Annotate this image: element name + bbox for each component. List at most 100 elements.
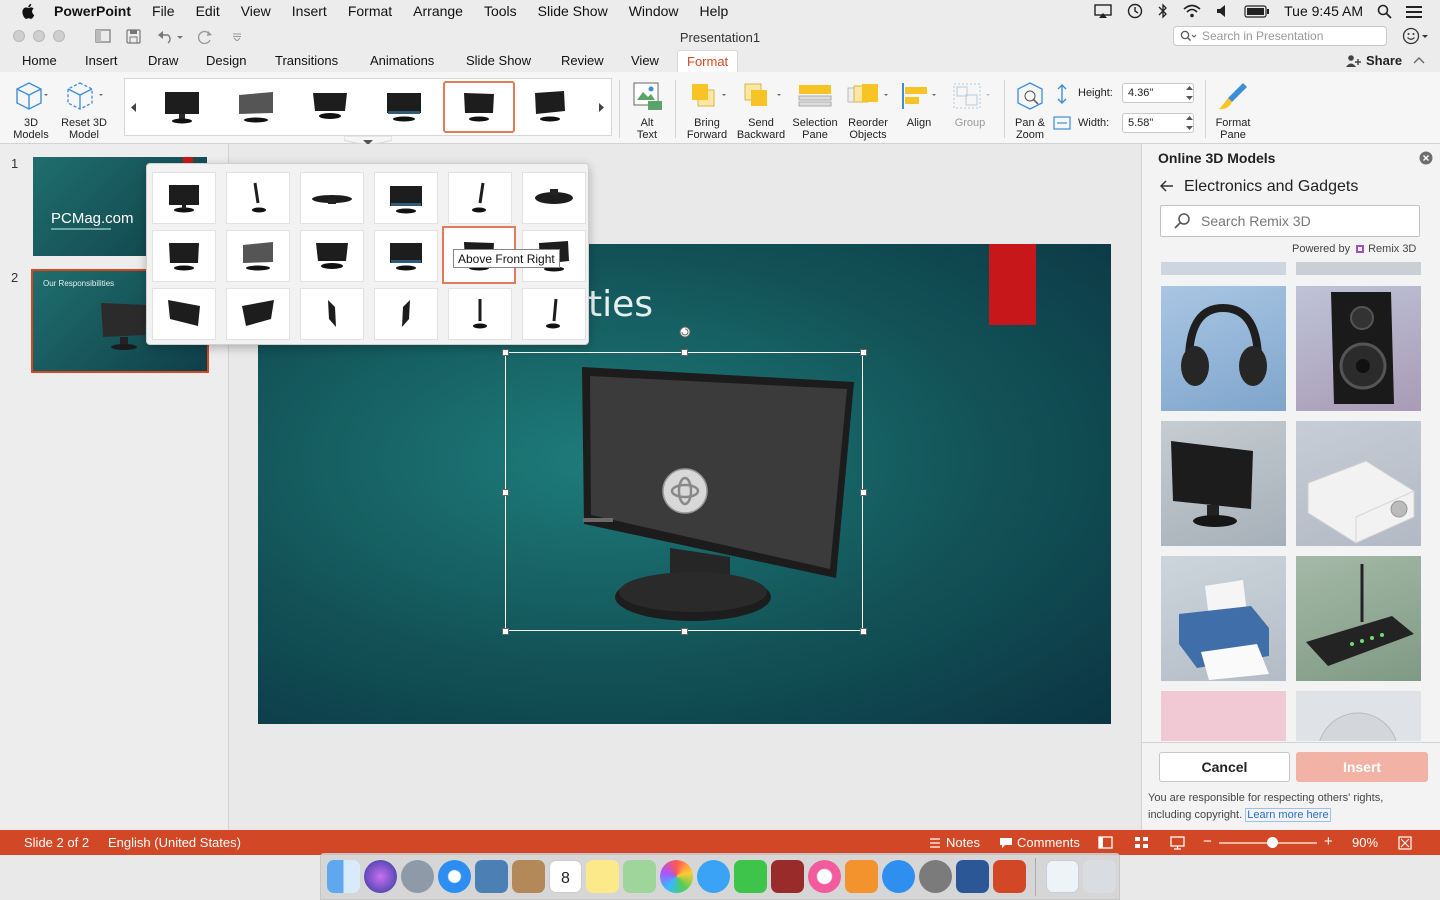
gallery-view-2[interactable]	[223, 81, 289, 133]
slide-title[interactable]: ties	[588, 284, 653, 325]
format-pane-button[interactable]: Format Pane	[1210, 80, 1256, 141]
3d-models-button[interactable]: 3D Models	[8, 80, 54, 141]
view-right[interactable]	[448, 172, 512, 224]
height-input[interactable]: 4.36"	[1122, 83, 1194, 103]
tab-view[interactable]: View	[631, 53, 659, 68]
tab-insert[interactable]: Insert	[85, 53, 118, 68]
dock-safari-icon[interactable]	[438, 860, 471, 893]
tab-transitions[interactable]: Transitions	[275, 53, 338, 68]
view-above-left[interactable]	[226, 230, 290, 282]
pan-zoom-button[interactable]: Pan & Zoom	[1010, 80, 1050, 141]
view-front[interactable]	[152, 172, 216, 224]
resize-handle-mr[interactable]	[860, 489, 867, 496]
alt-text-button[interactable]: Alt Text	[626, 80, 668, 141]
rotate-handle-icon[interactable]	[678, 325, 692, 339]
model-tile-projector[interactable]	[1296, 421, 1421, 546]
dock-itunes-icon[interactable]	[808, 860, 841, 893]
dock-documents-icon[interactable]	[1046, 860, 1079, 893]
dock-notes-icon[interactable]	[586, 860, 619, 893]
dock-contacts-icon[interactable]	[512, 860, 545, 893]
view-right-profile[interactable]	[522, 288, 586, 340]
zoom-in-button[interactable]: +	[1324, 833, 1333, 850]
comments-button[interactable]: Comments	[999, 835, 1080, 850]
dock-calendar-icon[interactable]: 8	[549, 860, 582, 893]
zoom-slider-thumb[interactable]	[1267, 837, 1279, 848]
resize-handle-tl[interactable]	[502, 349, 509, 356]
tab-draw[interactable]: Draw	[148, 53, 178, 68]
dock-system-preferences-icon[interactable]	[919, 860, 952, 893]
model-tile-partial-1[interactable]	[1161, 262, 1286, 275]
model-tile-disc[interactable]	[1296, 691, 1421, 741]
bluetooth-icon[interactable]	[1158, 0, 1168, 22]
wifi-icon[interactable]	[1182, 0, 1202, 22]
gallery-view-4[interactable]	[371, 81, 437, 133]
menu-help[interactable]: Help	[700, 3, 729, 19]
language-indicator[interactable]: English (United States)	[108, 835, 241, 850]
resize-handle-tr[interactable]	[860, 349, 867, 356]
reorder-objects-button[interactable]: Reorder Objects	[843, 80, 893, 141]
send-backward-button[interactable]: Send Backward	[734, 80, 788, 141]
slide-red-accent-bar[interactable]	[989, 244, 1036, 325]
gallery-view-6[interactable]	[517, 81, 583, 133]
time-machine-icon[interactable]	[1126, 0, 1144, 22]
menu-file[interactable]: File	[152, 3, 175, 19]
menu-edit[interactable]: Edit	[196, 3, 220, 19]
slideshow-view-icon[interactable]	[1170, 836, 1185, 850]
airplay-icon[interactable]	[1094, 0, 1112, 22]
collapse-ribbon-icon[interactable]	[1413, 56, 1425, 64]
view-bottom[interactable]	[522, 172, 586, 224]
dock-siri-icon[interactable]	[364, 860, 397, 893]
resize-handle-br[interactable]	[860, 628, 867, 635]
view-front-2[interactable]	[374, 172, 438, 224]
resize-handle-bc[interactable]	[681, 628, 688, 635]
resize-handle-ml[interactable]	[502, 489, 509, 496]
clock[interactable]: Tue 9:45 AM	[1284, 0, 1363, 22]
search-presentation-input[interactable]: Search in Presentation	[1173, 26, 1387, 46]
resize-handle-tc[interactable]	[681, 349, 688, 356]
share-button[interactable]: Share	[1345, 53, 1402, 68]
dock-finder-icon[interactable]	[327, 860, 360, 893]
gallery-view-1[interactable]	[149, 81, 215, 133]
dock-preview-icon[interactable]	[475, 860, 508, 893]
gallery-view-3[interactable]	[297, 81, 363, 133]
feedback-smiley-icon[interactable]	[1402, 27, 1430, 45]
3d-rotate-control-icon[interactable]	[661, 466, 709, 516]
notes-button[interactable]: Notes	[928, 835, 980, 850]
resize-handle-bl[interactable]	[502, 628, 509, 635]
volume-icon[interactable]	[1216, 0, 1230, 22]
reset-3d-model-button[interactable]: Reset 3D Model	[58, 80, 110, 141]
bring-forward-button[interactable]: Bring Forward	[683, 80, 731, 141]
model-tile-partial-2[interactable]	[1296, 262, 1421, 275]
close-panel-icon[interactable]	[1419, 151, 1433, 165]
tab-design[interactable]: Design	[206, 53, 246, 68]
dock-books-icon[interactable]	[845, 860, 878, 893]
view-left-profile[interactable]	[448, 288, 512, 340]
gallery-next-arrow[interactable]	[599, 103, 605, 112]
view-left-tilt[interactable]	[300, 288, 364, 340]
menu-view[interactable]: View	[241, 3, 271, 19]
model-tile-headphones[interactable]	[1161, 286, 1286, 411]
width-input[interactable]: 5.58"	[1122, 113, 1194, 133]
cancel-button[interactable]: Cancel	[1159, 752, 1290, 782]
menu-arrange[interactable]: Arrange	[413, 3, 463, 19]
model-tile-router[interactable]	[1296, 556, 1421, 681]
search-remix-input[interactable]: Search Remix 3D	[1160, 205, 1420, 237]
width-stepper[interactable]	[1185, 113, 1194, 133]
menu-app-name[interactable]: PowerPoint	[54, 3, 131, 19]
selection-pane-button[interactable]: Selection Pane	[789, 80, 841, 141]
insert-button[interactable]: Insert	[1296, 752, 1428, 782]
spotlight-icon[interactable]	[1377, 0, 1392, 22]
zoom-out-button[interactable]: −	[1203, 833, 1212, 850]
view-top[interactable]	[300, 172, 364, 224]
view-below-left[interactable]	[152, 288, 216, 340]
view-left[interactable]	[226, 172, 290, 224]
view-below-right[interactable]	[226, 288, 290, 340]
menu-tools[interactable]: Tools	[484, 3, 517, 19]
model-tile-monitor[interactable]	[1161, 421, 1286, 546]
back-arrow-icon[interactable]	[1160, 180, 1174, 192]
dock-maps-icon[interactable]	[623, 860, 656, 893]
view-front-right[interactable]	[374, 230, 438, 282]
dock-word-icon[interactable]	[956, 860, 989, 893]
gallery-prev-arrow[interactable]	[131, 103, 137, 112]
notification-center-icon[interactable]	[1406, 0, 1422, 22]
